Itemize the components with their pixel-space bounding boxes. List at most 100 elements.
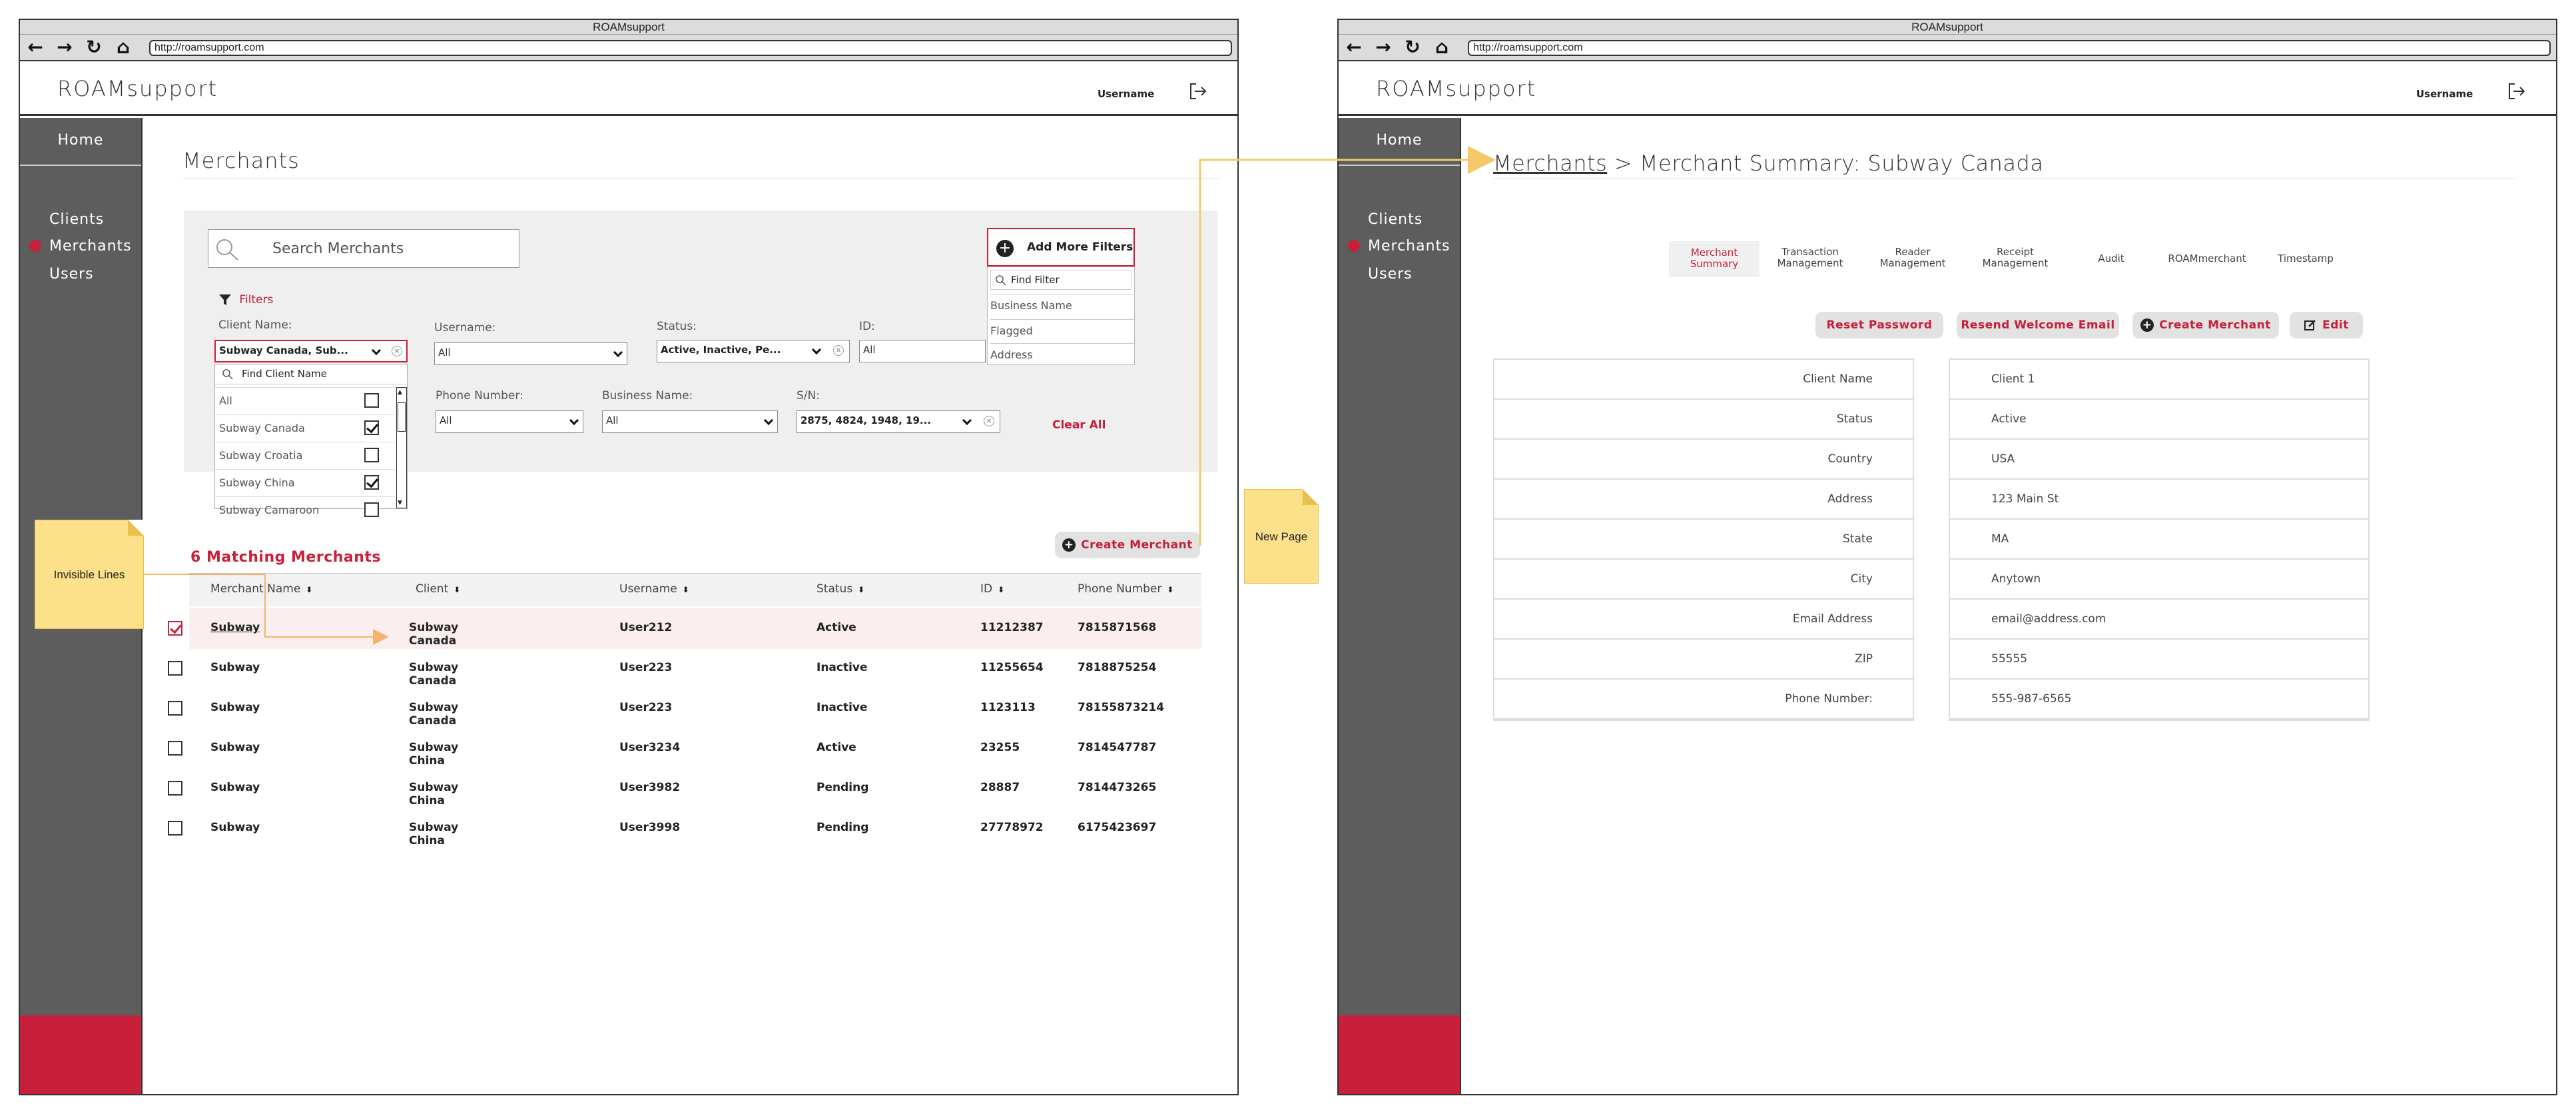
url-bar[interactable]: http://roamsupport.com (1468, 40, 2551, 56)
client-option-checkbox[interactable] (364, 448, 379, 462)
column-header[interactable]: Phone Number ⬍ (1078, 582, 1173, 596)
sidebar-item-home[interactable]: Home (1339, 127, 1460, 166)
row-checkbox[interactable] (168, 741, 182, 756)
column-header[interactable]: Status ⬍ (816, 582, 864, 596)
back-arrow-icon[interactable]: ← (1343, 37, 1365, 57)
tab-label-line: Receipt (1996, 246, 2035, 258)
resend-welcome-email-button[interactable]: Resend Welcome Email (1957, 312, 2119, 338)
search-icon (216, 239, 238, 261)
home-icon[interactable]: ⌂ (112, 37, 135, 57)
sidebar-item-clients[interactable]: Clients (1368, 211, 1423, 228)
sort-icon[interactable]: ⬍ (683, 585, 689, 594)
tab-merchant-summary[interactable]: Merchant Summary (1669, 241, 1760, 277)
tab-roammerchant[interactable]: ROAMmerchant (2162, 253, 2252, 265)
sidebar-item-merchants[interactable]: Merchants (49, 238, 132, 255)
tab-transaction-management[interactable]: Transaction Management (1765, 247, 1855, 269)
client-option[interactable]: Subway Canada (215, 414, 395, 441)
row-checkbox[interactable] (168, 701, 182, 716)
column-header[interactable]: ID ⬍ (980, 582, 1004, 596)
client-option-checkbox[interactable] (364, 475, 379, 490)
clear-all-link[interactable]: Clear All (1052, 418, 1106, 432)
sort-icon[interactable]: ⬍ (454, 585, 460, 594)
sidebar-item-users[interactable]: Users (1368, 266, 1413, 282)
reload-icon[interactable]: ↻ (1401, 37, 1424, 57)
reload-icon[interactable]: ↻ (83, 37, 105, 57)
tab-label-line: Management (1777, 257, 1843, 269)
row-checkbox[interactable] (168, 821, 182, 835)
sort-icon[interactable]: ⬍ (1167, 585, 1173, 594)
logout-icon[interactable] (2507, 81, 2527, 101)
home-icon[interactable]: ⌂ (1431, 37, 1453, 57)
row-checkbox[interactable] (168, 661, 182, 676)
detail-value: Anytown (1991, 572, 2041, 586)
status-select[interactable]: Active, Inactive, Pe... × (657, 340, 850, 362)
client-option[interactable]: All (215, 387, 395, 414)
client-option[interactable]: Subway Croatia (215, 442, 395, 468)
filters-toggle[interactable]: Filters (218, 293, 273, 306)
column-header-label: Client (416, 582, 449, 596)
merchant-name-cell[interactable]: Subway (210, 661, 260, 674)
app-logo[interactable]: ROAMsupport (57, 76, 218, 101)
forward-arrow-icon[interactable]: → (53, 37, 76, 57)
back-arrow-icon[interactable]: ← (24, 37, 47, 57)
sort-icon[interactable]: ⬍ (306, 585, 312, 594)
row-checkbox[interactable] (168, 781, 182, 796)
tab-reader-management[interactable]: Reader Management (1867, 247, 1958, 269)
client-option[interactable]: Subway China (215, 469, 395, 496)
clear-icon[interactable]: × (392, 346, 402, 356)
client-option-checkbox[interactable] (364, 502, 379, 517)
username-link[interactable]: Username (2416, 88, 2473, 100)
create-merchant-button[interactable]: + Create Merchant (2132, 312, 2279, 338)
row-checkbox[interactable] (168, 621, 182, 636)
clear-icon[interactable]: × (833, 345, 844, 356)
merchant-name-cell[interactable]: Subway (210, 621, 260, 634)
client-name-select[interactable]: Subway Canada, Sub... × (214, 340, 408, 362)
filter-option-flagged[interactable]: Flagged (990, 319, 1134, 343)
column-header[interactable]: Username ⬍ (619, 582, 689, 596)
find-client-input[interactable]: Find Client Name (215, 364, 407, 384)
find-filter-input[interactable]: Find Filter (990, 270, 1131, 290)
merchant-name-cell[interactable]: Subway (210, 821, 260, 834)
sidebar-item-clients[interactable]: Clients (49, 211, 104, 228)
edit-button[interactable]: Edit (2290, 312, 2363, 338)
app-logo[interactable]: ROAMsupport (1376, 76, 1536, 101)
search-merchants-input[interactable]: Search Merchants (208, 229, 519, 268)
column-header-label: Merchant Name (210, 582, 301, 596)
add-more-filters-button[interactable]: + Add More Filters (987, 228, 1135, 267)
forward-arrow-icon[interactable]: → (1372, 37, 1395, 57)
breadcrumb-merchants-link[interactable]: Merchants (1493, 151, 1607, 176)
browser-toolbar: ← → ↻ ⌂ http://roamsupport.com (20, 35, 1237, 61)
table-cell: User223 (619, 661, 673, 674)
column-header[interactable]: Merchant Name ⬍ (210, 582, 312, 596)
username-select[interactable]: All (434, 342, 627, 365)
client-option-checkbox[interactable] (364, 420, 379, 435)
filter-option-business-name[interactable]: Business Name (990, 294, 1134, 318)
merchant-name-cell[interactable]: Subway (210, 741, 260, 754)
business-name-select[interactable]: All (602, 410, 778, 433)
sidebar-item-merchants[interactable]: Merchants (1368, 238, 1450, 255)
sidebar-item-users[interactable]: Users (49, 266, 94, 282)
reset-password-button[interactable]: Reset Password (1815, 312, 1943, 338)
url-bar[interactable]: http://roamsupport.com (149, 40, 1232, 56)
create-merchant-button[interactable]: + Create Merchant (1055, 532, 1200, 558)
id-select[interactable]: All (859, 340, 986, 362)
tab-receipt-management[interactable]: Receipt Management (1970, 247, 2061, 269)
sn-select[interactable]: 2875, 4824, 1948, 19... × (797, 410, 1000, 433)
filter-option-address[interactable]: Address (990, 343, 1134, 366)
tab-audit[interactable]: Audit (2066, 253, 2156, 265)
sort-icon[interactable]: ⬍ (998, 585, 1004, 594)
merchant-name-cell[interactable]: Subway (210, 701, 260, 714)
dropdown-scrollbar[interactable]: ▲ ▼ (396, 387, 407, 508)
client-option-checkbox[interactable] (364, 393, 379, 408)
tab-timestamp[interactable]: Timestamp (2260, 253, 2351, 265)
column-header[interactable]: Client ⬍ (416, 582, 460, 596)
scrollbar-thumb[interactable] (398, 402, 406, 432)
client-option[interactable]: Subway Camaroon (215, 496, 395, 523)
logout-icon[interactable] (1188, 81, 1208, 101)
sidebar-item-home[interactable]: Home (20, 127, 141, 166)
merchant-name-cell[interactable]: Subway (210, 781, 260, 794)
sort-icon[interactable]: ⬍ (858, 585, 864, 594)
username-link[interactable]: Username (1098, 88, 1154, 100)
clear-icon[interactable]: × (984, 416, 994, 426)
phone-select[interactable]: All (436, 410, 583, 433)
